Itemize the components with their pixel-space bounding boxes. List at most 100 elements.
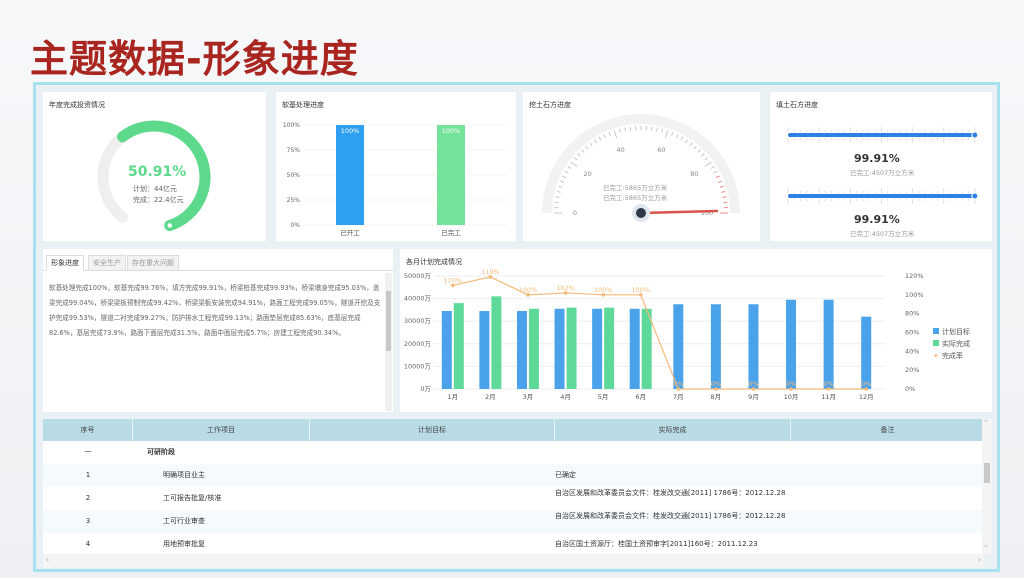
gauge-tick [613, 130, 617, 138]
gauge-tick [685, 139, 688, 144]
cell-item: 用地预审批复 [163, 540, 205, 548]
gauge-tick [577, 153, 581, 157]
gauge-tick [555, 196, 560, 198]
progress-table: 序号 工作项目 计划目标 实际完成 备注 一 可研阶段 1 明确项目业主 已确定… [43, 419, 984, 554]
table-header: 序号 工作项目 计划目标 实际完成 备注 [43, 419, 984, 441]
rate-label: 0% [786, 380, 796, 388]
x-tick-label: 11月 [821, 393, 836, 401]
cell-item: 可研阶段 [147, 448, 175, 456]
x-tick-label: 3月 [523, 393, 534, 401]
cell-no: 4 [85, 540, 91, 548]
y-left-tick: 40000万 [404, 295, 432, 303]
scroll-up-icon[interactable]: ⌃ [983, 419, 989, 427]
plan-bar [479, 311, 490, 389]
table-hscrollbar[interactable]: ‹ › [43, 554, 984, 568]
tab-scroll-thumb[interactable] [386, 291, 391, 351]
legend-rate: ✦ 完成率 [933, 351, 963, 361]
th-item[interactable]: 工作项目 [133, 419, 310, 441]
cell-actual: 自治区发展和改革委员会文件：桂发改交通[2011] 1786号：2012.12.… [555, 512, 786, 520]
plan-bar [861, 316, 872, 389]
scroll-down-icon[interactable]: ⌄ [983, 541, 989, 549]
th-plan[interactable]: 计划目标 [310, 419, 555, 441]
cell-no: 2 [85, 494, 91, 502]
gauge-tick [722, 196, 727, 198]
legend-plan: 计划目标 [933, 327, 970, 337]
th-no[interactable]: 序号 [43, 419, 133, 441]
gauge-tick [603, 134, 607, 139]
actual-bar [491, 296, 502, 389]
rate-label: 100% [631, 286, 650, 294]
tab-safety[interactable]: 安全生产 [88, 255, 126, 271]
earth-cut-line2: 已完工:5865万立方米 [603, 194, 668, 202]
cell-item: 明确项目业主 [163, 471, 205, 479]
gauge-tick [689, 142, 693, 147]
th-actual[interactable]: 实际完成 [555, 419, 791, 441]
tab-issues[interactable]: 存在重大问题 [127, 255, 179, 271]
fill-handle [971, 131, 979, 139]
tab-bar: 形象进度 安全生产 存在重大问题 [43, 249, 393, 271]
gauge-tick [567, 166, 572, 169]
legend-actual-label: 实际完成 [942, 340, 970, 348]
monthly-card: 各月计划完成情况 50000万 40000万 30000万 20000万 10000万 0… [400, 249, 992, 412]
gauge-tick [723, 201, 728, 203]
table-scrollbar[interactable]: ⌃ ⌄ [982, 419, 992, 554]
y-right-tick: 100% [905, 291, 924, 299]
table-row[interactable]: 4 用地预审批复 自治区国土资源厅：桂国土资预审字[2011]160号：2011… [43, 533, 984, 554]
gauge-tick [704, 161, 712, 167]
bar-data-label: 100% [442, 127, 461, 135]
legend-rate-swatch: ✦ [933, 352, 939, 360]
gauge-tick [693, 145, 697, 150]
earth-cut-card: 挖土石方进度 0 20 40 60 80 100 已完工:5865万立方米 已完工:586… [523, 92, 760, 241]
table-row[interactable]: 3 工可行业审查 自治区发展和改革委员会文件：桂发改交通[2011] 1786号… [43, 510, 984, 533]
gauge-tick [594, 139, 597, 144]
actual-bar [566, 307, 577, 389]
gauge-tick [629, 126, 631, 131]
gauge-tick-label: 60 [657, 146, 665, 154]
gauge-tick [554, 201, 559, 203]
table-scroll-thumb[interactable] [984, 463, 990, 483]
th-note[interactable]: 备注 [791, 419, 984, 441]
tab-scrollbar[interactable] [385, 273, 392, 411]
gauge-tick [585, 145, 589, 150]
gauge-tick [559, 180, 564, 183]
plan-bar [441, 311, 452, 389]
earth-fill-percent-2: 99.91% [854, 213, 900, 226]
gauge-tick [589, 142, 593, 147]
scroll-left-icon[interactable]: ‹ [46, 555, 49, 564]
earth-cut-line1: 已完工:5865万立方米 [603, 184, 668, 192]
y-left-tick: 0万 [420, 385, 431, 393]
gauge-tick [704, 157, 709, 161]
rate-label: 102% [556, 284, 575, 292]
earth-cut-gauge: 02040 6080100 [542, 114, 740, 222]
legend-plan-label: 计划目标 [942, 328, 970, 336]
gauge-tick [624, 127, 626, 132]
fill-progress [788, 133, 975, 137]
gauge-tick [665, 130, 669, 138]
tab-progress[interactable]: 形象进度 [46, 255, 84, 271]
table-row[interactable]: 一 可研阶段 [43, 441, 984, 464]
table-row[interactable]: 2 工可报告批复/核准 自治区发展和改革委员会文件：桂发改交通[2011] 17… [43, 487, 984, 510]
monthly-chart: 50000万 40000万 30000万 20000万 10000万 0万 120% 100%… [404, 268, 924, 401]
y-left-tick: 30000万 [404, 317, 432, 325]
x-tick-label: 4月 [560, 393, 571, 401]
x-tick-label: 6月 [635, 393, 646, 401]
table-row[interactable]: 1 明确项目业主 已确定 [43, 464, 984, 487]
tab-panel: 形象进度 安全生产 存在重大问题 软基处理完成100%，软基完成99.76%，填… [43, 249, 393, 412]
cell-actual: 自治区国土资源厅：桂国土资预审字[2011]160号：2011.12.23 [555, 540, 758, 548]
soft-base-chart: 100% 75% 50% 25% 0% 100% 已开工 100% 已完工 [283, 122, 508, 237]
gauge-tick [562, 175, 567, 179]
legend-actual-swatch [933, 340, 939, 346]
plan-bar [673, 304, 684, 389]
legend-actual: 实际完成 [933, 339, 970, 349]
x-tick-label: 8月 [711, 393, 722, 401]
page-title: 主题数据-形象进度 [30, 37, 359, 81]
rate-label: 100% [519, 286, 538, 294]
gauge-tick [719, 185, 724, 188]
y-right-tick: 40% [905, 347, 919, 355]
scroll-right-icon[interactable]: › [978, 555, 981, 564]
y-tick-label: 50% [287, 172, 301, 179]
gauge-tick [573, 157, 578, 161]
gauge-tick-label: 0 [573, 209, 577, 217]
plan-bar [629, 308, 640, 389]
gauge-tick [671, 131, 674, 136]
